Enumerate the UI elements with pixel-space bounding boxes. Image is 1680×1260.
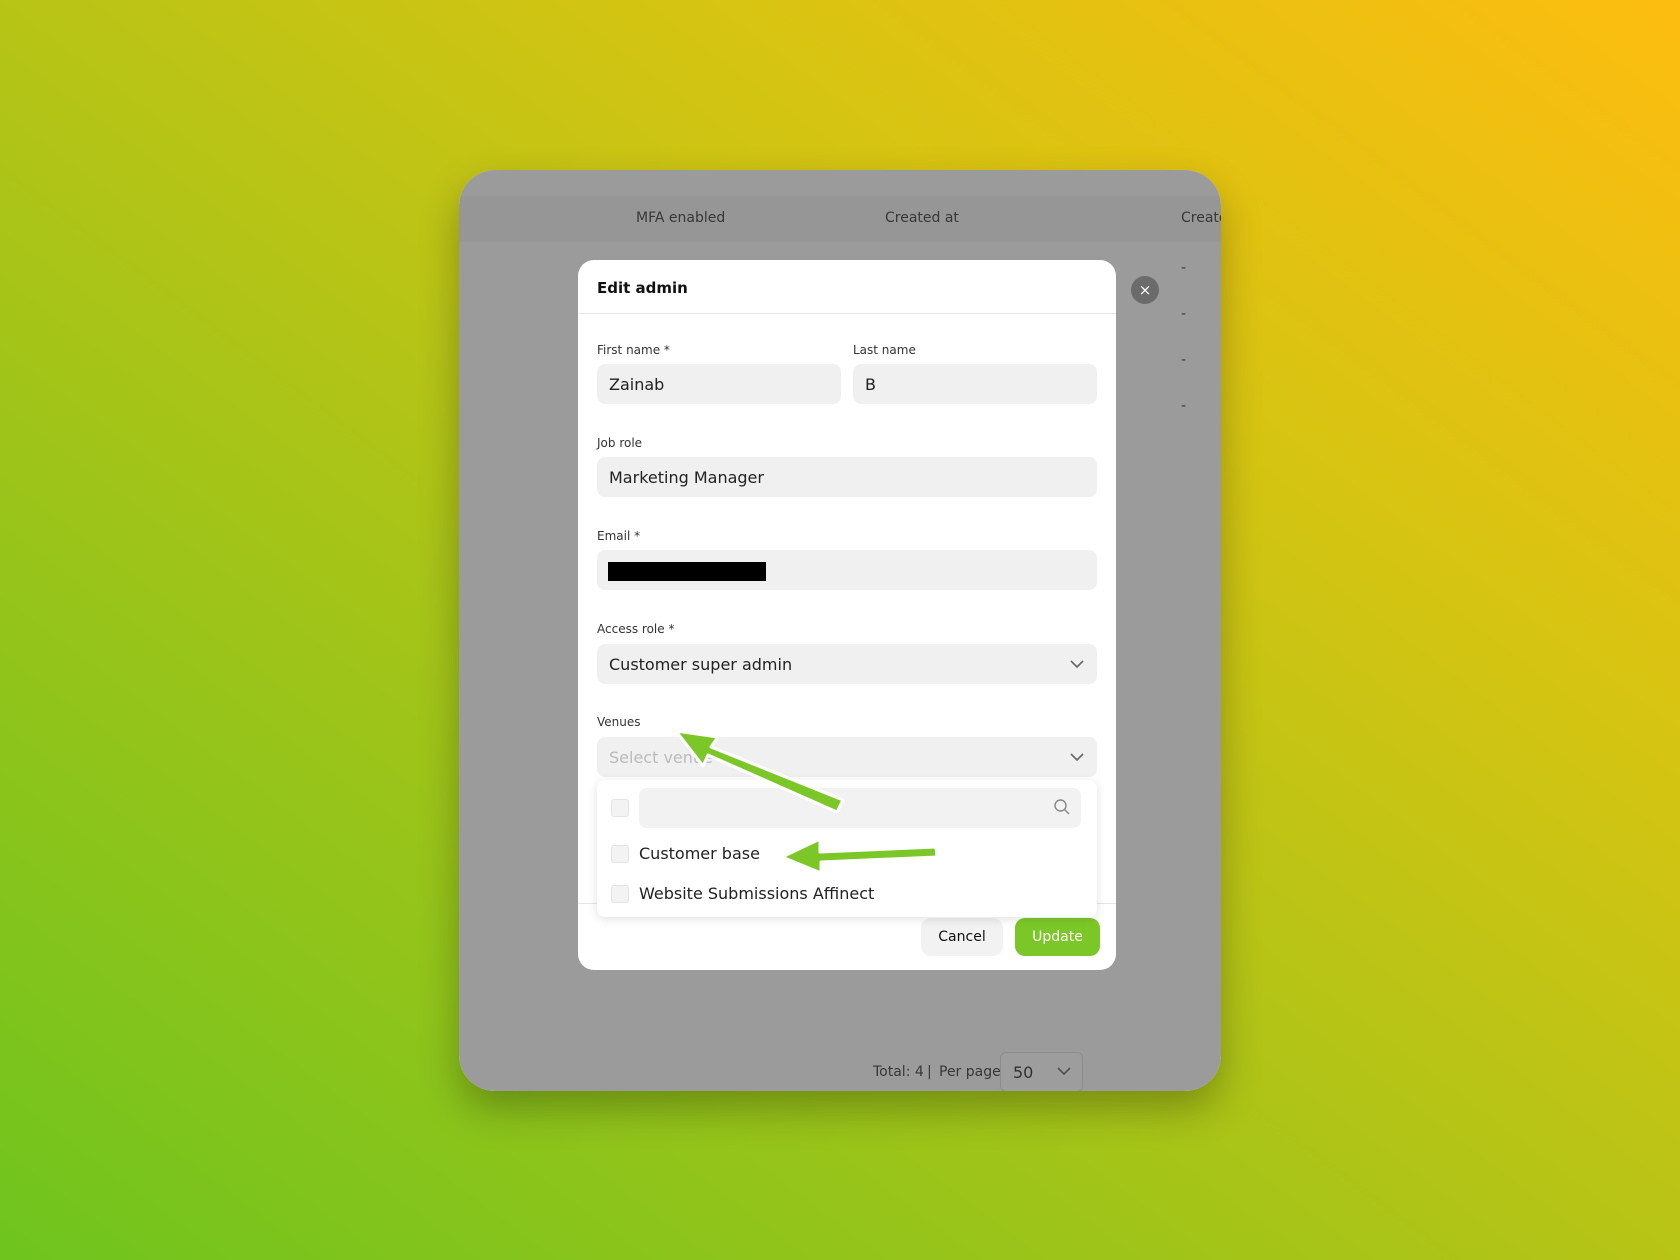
arrow-icon xyxy=(780,837,939,875)
annotation-arrows xyxy=(674,729,939,875)
arrow-icon xyxy=(674,729,845,814)
